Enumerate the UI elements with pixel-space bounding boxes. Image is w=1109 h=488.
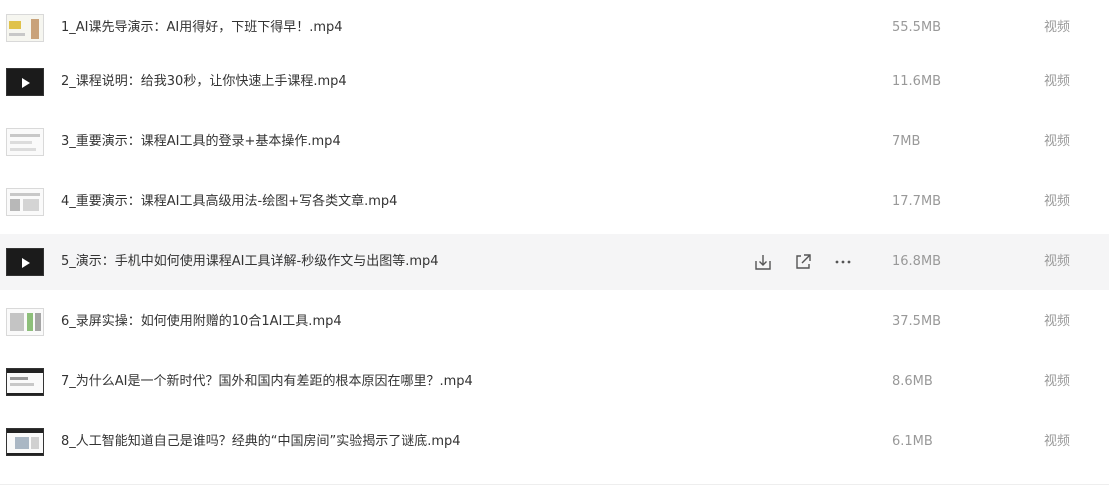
file-size: 55.5MB [892,20,942,35]
download-icon [755,255,771,270]
file-name[interactable]: 3_重要演示：课程AI工具的登录+基本操作.mp4 [61,132,341,152]
file-size: 37.5MB [892,314,942,329]
video-thumbnail[interactable] [6,308,44,336]
file-size: 11.6MB [892,74,942,89]
file-list: 1_AI课先导演示：AI用得好，下班下得早！.mp4 55.5MB 视频 2_课… [0,0,1109,488]
video-thumbnail[interactable] [6,248,44,276]
file-name[interactable]: 1_AI课先导演示：AI用得好，下班下得早！.mp4 [61,18,343,38]
file-size: 8.6MB [892,374,933,389]
play-icon [22,78,30,88]
file-type: 视频 [1044,74,1071,89]
file-row[interactable]: 1_AI课先导演示：AI用得好，下班下得早！.mp4 55.5MB 视频 [0,0,1109,56]
file-size: 16.8MB [892,254,942,269]
play-icon [22,258,30,268]
share-button[interactable] [792,251,814,273]
file-row[interactable]: 4_重要演示：课程AI工具高级用法-绘图+写各类文章.mp4 17.7MB 视频 [0,174,1109,230]
file-size: 6.1MB [892,434,933,449]
file-type: 视频 [1044,374,1071,389]
video-thumbnail[interactable] [6,428,44,456]
file-size: 7MB [892,134,921,149]
video-thumbnail[interactable] [6,188,44,216]
file-row-hovered[interactable]: 5_演示：手机中如何使用课程AI工具详解-秒级作文与出图等.mp4 16.8MB… [0,234,1109,290]
file-name[interactable]: 8_人工智能知道自己是谁吗？经典的“中国房间”实验揭示了谜底.mp4 [61,432,461,452]
file-name[interactable]: 7_为什么AI是一个新时代？国外和国内有差距的根本原因在哪里？.mp4 [61,372,473,392]
video-thumbnail[interactable] [6,68,44,96]
more-button[interactable] [832,251,854,273]
file-name[interactable]: 5_演示：手机中如何使用课程AI工具详解-秒级作文与出图等.mp4 [61,252,439,272]
video-thumbnail[interactable] [6,368,44,396]
file-row[interactable]: 6_录屏实操：如何使用附赠的10合1AI工具.mp4 37.5MB 视频 [0,294,1109,350]
file-type: 视频 [1044,134,1071,149]
file-row[interactable]: 8_人工智能知道自己是谁吗？经典的“中国房间”实验揭示了谜底.mp4 6.1MB… [0,414,1109,470]
file-name[interactable]: 2_课程说明：给我30秒，让你快速上手课程.mp4 [61,72,347,92]
video-thumbnail[interactable] [6,14,44,42]
file-row[interactable]: 2_课程说明：给我30秒，让你快速上手课程.mp4 11.6MB 视频 [0,54,1109,110]
file-type: 视频 [1044,194,1071,209]
file-row[interactable]: 7_为什么AI是一个新时代？国外和国内有差距的根本原因在哪里？.mp4 8.6M… [0,354,1109,410]
download-button[interactable] [752,251,774,273]
file-row[interactable]: 3_重要演示：课程AI工具的登录+基本操作.mp4 7MB 视频 [0,114,1109,170]
file-type: 视频 [1044,20,1071,35]
more-icon [835,260,851,264]
file-type: 视频 [1044,314,1071,329]
file-name[interactable]: 6_录屏实操：如何使用附赠的10合1AI工具.mp4 [61,312,342,332]
file-type: 视频 [1044,434,1071,449]
file-type: 视频 [1044,254,1071,269]
share-icon [796,254,811,269]
list-bottom-divider [0,484,1109,485]
video-thumbnail[interactable] [6,128,44,156]
file-name[interactable]: 4_重要演示：课程AI工具高级用法-绘图+写各类文章.mp4 [61,192,397,212]
file-size: 17.7MB [892,194,942,209]
